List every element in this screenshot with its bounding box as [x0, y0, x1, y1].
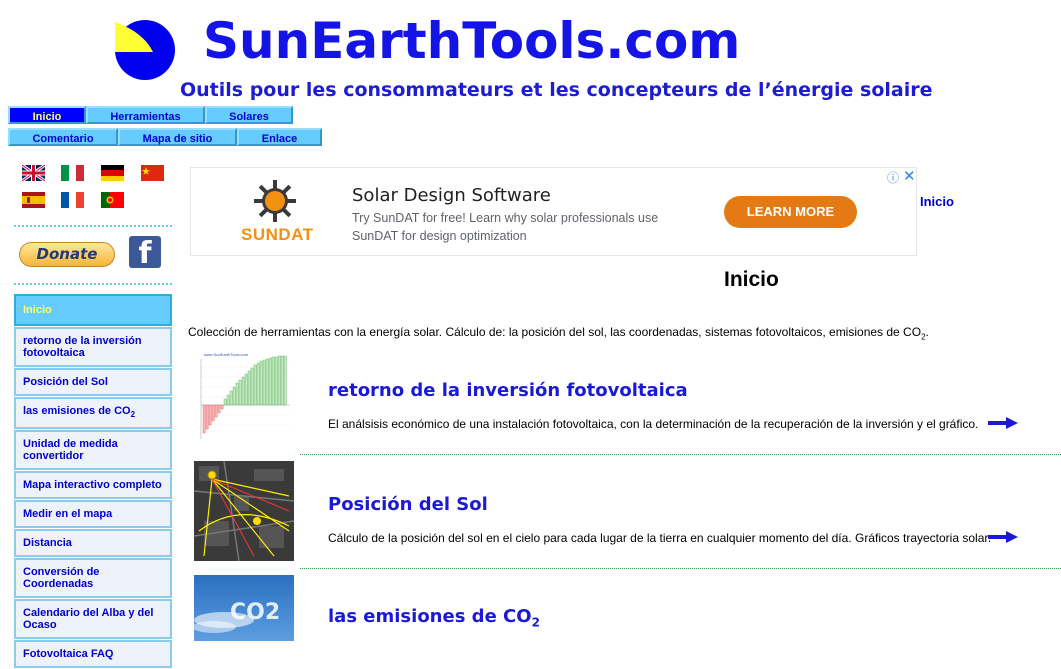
divider	[14, 283, 172, 285]
item-title-posicion-sol[interactable]: Posición del Sol	[328, 494, 488, 515]
page-title: Inicio	[724, 268, 779, 291]
nav-mapa-de-sitio[interactable]: Mapa de sitio	[118, 128, 237, 146]
sidebar-menu: Inicio retorno de la inversión fotovolta…	[14, 294, 172, 669]
sidebar-item-label: Unidad de medida convertidor	[23, 438, 118, 463]
ad-close-icon[interactable]: ✕	[903, 167, 916, 185]
nav-enlace[interactable]: Enlace	[237, 128, 322, 146]
co2-thumb-text: CO2	[230, 600, 280, 625]
nav-inicio[interactable]: Inicio	[8, 106, 86, 124]
site-title[interactable]: SunEarthTools.com	[203, 12, 740, 70]
site-logo-icon	[113, 18, 175, 82]
item-description-retorno: El análsisis económico de una instalació…	[328, 417, 979, 431]
breadcrumb-link[interactable]: Inicio	[920, 194, 954, 209]
arrow-right-icon[interactable]	[988, 417, 1018, 429]
nav-solares[interactable]: Solares	[205, 106, 293, 124]
ad-learn-more-button[interactable]: LEARN MORE	[724, 196, 857, 228]
item-separator	[300, 454, 1061, 455]
donate-button[interactable]: Donate	[19, 242, 115, 267]
intro-text-suffix: .	[925, 325, 929, 339]
arrow-right-icon[interactable]	[988, 531, 1018, 543]
sidebar-item-label: Distancia	[23, 537, 72, 550]
ad-banner[interactable]: SUNDAT Solar Design Software Try SunDAT …	[190, 167, 917, 256]
sidebar-item-label: Posición del Sol	[23, 376, 108, 388]
intro-text-main: Colección de herramientas con la energía…	[188, 325, 922, 339]
sidebar-item-label: Inicio	[23, 304, 52, 316]
site-tagline: Outils pour les consommateurs et les con…	[180, 79, 933, 101]
portuguese-flag-icon[interactable]	[101, 192, 124, 208]
sun-position-map-thumbnail[interactable]	[194, 461, 294, 561]
sidebar-item-mapa-interactivo[interactable]: Mapa interactivo completo	[14, 471, 172, 500]
sidebar-item-posicion-sol[interactable]: Posición del Sol	[14, 368, 172, 396]
german-flag-icon[interactable]	[101, 165, 124, 181]
chinese-flag-icon[interactable]	[141, 165, 164, 181]
item-title-emisiones-co2[interactable]: las emisiones de CO2	[328, 606, 540, 630]
intro-text: Colección de herramientas con la energía…	[188, 325, 929, 341]
subscript: 2	[130, 410, 136, 420]
nav-herramientas[interactable]: Herramientas	[86, 106, 205, 124]
sidebar-item-label: Medir en el mapa	[23, 508, 113, 521]
sidebar-item-unidad-medida[interactable]: Unidad de medida convertidor	[14, 430, 172, 471]
co2-thumbnail[interactable]: CO2	[194, 575, 294, 641]
sidebar-item-label: las emisiones de CO	[23, 405, 131, 417]
spanish-flag-icon[interactable]	[22, 192, 45, 208]
sundat-sun-icon	[254, 180, 296, 222]
item-title-retorno[interactable]: retorno de la inversión fotovoltaica	[328, 380, 688, 401]
sidebar-item-label: retorno de la inversión fotovoltaica	[23, 335, 142, 359]
ad-title[interactable]: Solar Design Software	[352, 185, 551, 206]
item-separator	[300, 568, 1061, 569]
sidebar-item-distancia[interactable]: Distancia	[14, 529, 172, 558]
sidebar-item-fotovoltaica-faq[interactable]: Fotovoltaica FAQ	[14, 640, 172, 669]
english-flag-icon[interactable]	[22, 165, 45, 181]
sidebar-item-medir-mapa[interactable]: Medir en el mapa	[14, 500, 172, 529]
sidebar-item-inicio[interactable]: Inicio	[14, 294, 172, 326]
divider	[14, 225, 172, 227]
sidebar-item-label: Calendario del Alba y del Ocaso	[23, 607, 154, 632]
sidebar-item-calendario-alba[interactable]: Calendario del Alba y del Ocaso	[14, 599, 172, 640]
subscript: 2	[531, 615, 540, 630]
italian-flag-icon[interactable]	[61, 165, 84, 181]
thumb-chart-label: www.SunEarthTools.com	[204, 352, 249, 357]
sidebar-item-emisiones-co2[interactable]: las emisiones de CO2	[14, 397, 172, 430]
ad-brand: SUNDAT	[241, 225, 314, 244]
ad-description: Try SunDAT for free! Learn why solar pro…	[352, 211, 659, 243]
roi-chart-thumbnail[interactable]: www.SunEarthTools.com	[194, 347, 294, 447]
sidebar-item-label: Mapa interactivo completo	[23, 479, 162, 492]
ad-info-icon[interactable]: ⓘ	[887, 169, 899, 186]
item-description-posicion-sol: Cálculo de la posición del sol en el cie…	[328, 531, 992, 545]
item-title-text: las emisiones de CO	[328, 606, 532, 627]
french-flag-icon[interactable]	[61, 192, 84, 208]
sidebar-item-label: Fotovoltaica FAQ	[23, 648, 114, 661]
sidebar-item-retorno-inversion[interactable]: retorno de la inversión fotovoltaica	[14, 327, 172, 367]
nav-comentario[interactable]: Comentario	[8, 128, 118, 146]
facebook-icon[interactable]: f	[129, 236, 161, 271]
sidebar-item-conversion-coordenadas[interactable]: Conversión de Coordenadas	[14, 558, 172, 599]
sidebar-item-label: Conversión de Coordenadas	[23, 566, 100, 591]
